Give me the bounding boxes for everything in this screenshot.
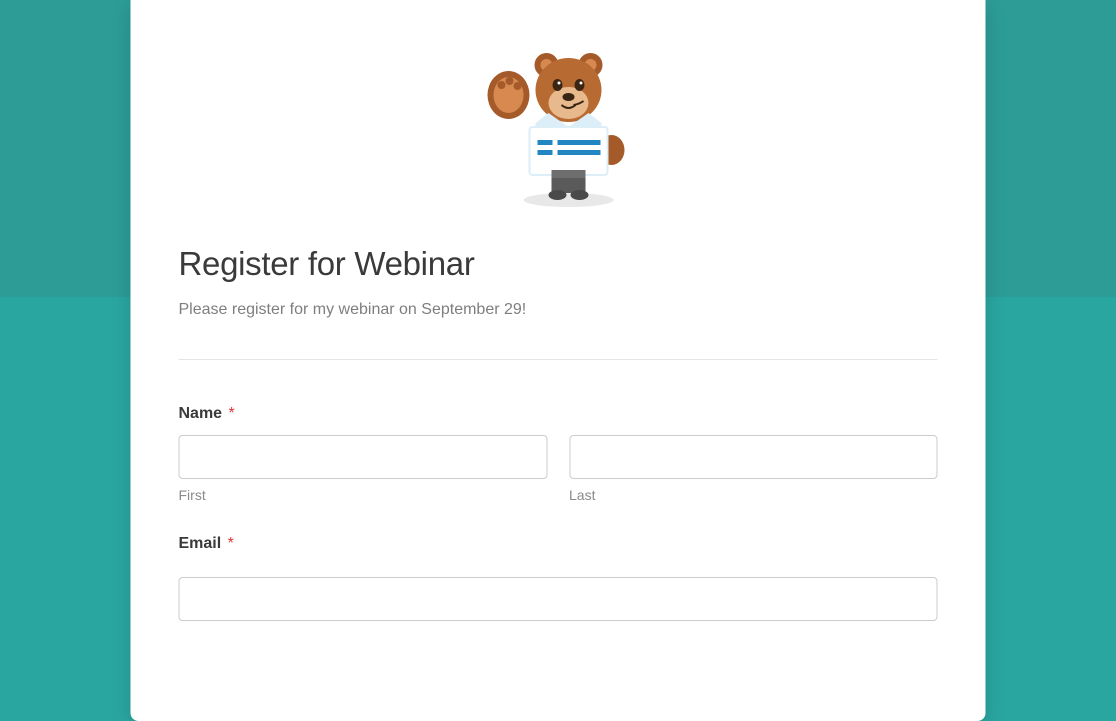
required-indicator: * [229,405,235,422]
form-title: Register for Webinar [179,245,938,283]
bear-mascot-icon [473,45,643,210]
name-label: Name * [179,405,235,422]
name-field-group: Name * First Last [179,405,938,503]
last-name-sublabel: Last [569,487,938,503]
divider [179,359,938,360]
email-label-text: Email [179,535,222,553]
name-label-text: Name [179,405,223,423]
mascot-illustration [179,45,938,210]
first-name-sublabel: First [179,487,548,503]
email-field-group: Email * [179,535,938,621]
form-card: Register for Webinar Please register for… [131,0,986,721]
last-name-column: Last [569,435,938,503]
first-name-input[interactable] [179,435,548,479]
last-name-input[interactable] [569,435,938,479]
email-label: Email * [179,535,234,552]
required-indicator: * [228,535,234,552]
first-name-column: First [179,435,548,503]
email-input[interactable] [179,577,938,621]
form-description: Please register for my webinar on Septem… [179,301,938,319]
